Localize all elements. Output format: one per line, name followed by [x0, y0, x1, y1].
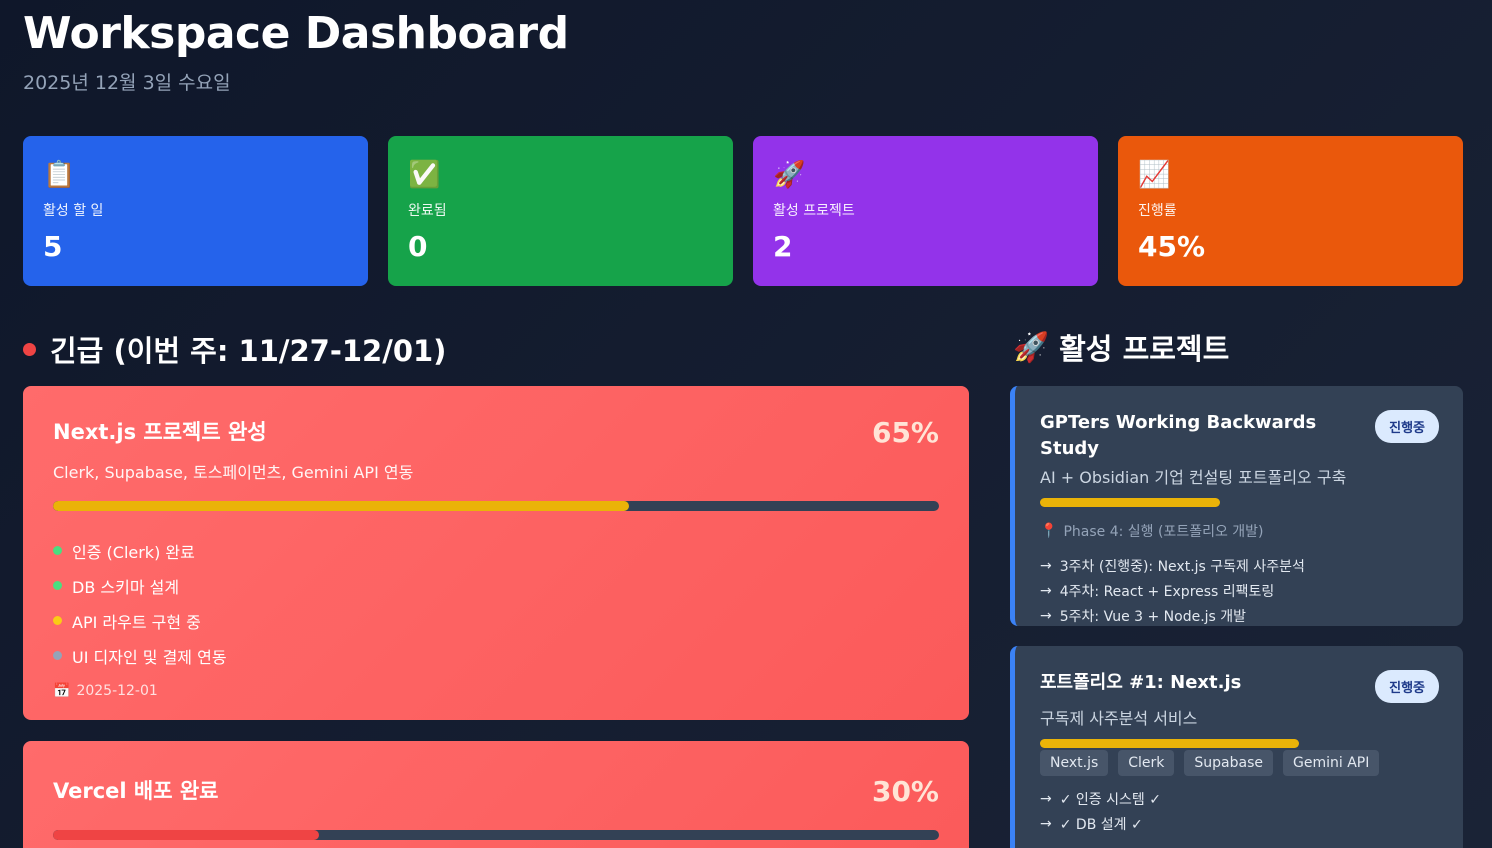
project-title: 포트폴리오 #1: Next.js — [1040, 672, 1242, 693]
chart-up-icon: 📈 — [1138, 160, 1171, 190]
project-steps: → ✓ 인증 시스템 ✓ → ✓ DB 설계 ✓ — [1040, 786, 1439, 836]
stat-label: 활성 할 일 — [43, 203, 104, 219]
stat-value: 0 — [408, 230, 428, 263]
tech-tags: Next.js Clerk Supabase Gemini API — [1040, 750, 1439, 776]
urgent-card-title: Next.js 프로젝트 완성 — [53, 420, 267, 444]
urgent-card-percent: 30% — [871, 775, 939, 808]
urgent-card-description: Clerk, Supabase, 토스페이먼츠, Gemini API 연동 — [53, 463, 414, 482]
tech-tag[interactable]: Supabase — [1184, 750, 1274, 776]
status-dot-icon — [53, 581, 62, 590]
calendar-icon: 📅 — [53, 683, 71, 699]
progress-bar — [53, 501, 939, 511]
arrow-right-icon: → — [1040, 582, 1052, 599]
status-badge: 진행중 — [1375, 670, 1439, 703]
status-dot-icon — [53, 651, 62, 660]
project-card-portfolio-nextjs[interactable]: 포트폴리오 #1: Next.js 진행중 구독제 사주분석 서비스 Next.… — [1010, 646, 1463, 848]
tech-tag[interactable]: Clerk — [1118, 750, 1175, 776]
stat-value: 5 — [43, 230, 63, 263]
project-step: → 5주차: Vue 3 + Node.js 개발 — [1040, 603, 1439, 628]
projects-title-text: 활성 프로젝트 — [1059, 332, 1230, 366]
project-step: → 4주차: React + Express 리팩토링 — [1040, 578, 1439, 603]
check-icon: ✅ — [408, 160, 441, 190]
project-subtitle: 구독제 사주분석 서비스 — [1040, 709, 1198, 728]
project-step-text: 4주차: React + Express 리팩토링 — [1059, 583, 1275, 600]
page-title: Workspace Dashboard — [23, 8, 569, 59]
checklist-item-label: UI 디자인 및 결제 연동 — [72, 647, 227, 667]
project-progress-bar — [1040, 498, 1220, 507]
dashboard-page: Workspace Dashboard 2025년 12월 3일 수요일 📋 활… — [0, 0, 1492, 848]
arrow-right-icon: → — [1040, 607, 1052, 624]
project-step: → 3주차 (진행중): Next.js 구독제 사주분석 — [1040, 553, 1439, 578]
progress-bar-fill — [53, 501, 629, 511]
stat-card-active-todos[interactable]: 📋 활성 할 일 5 — [23, 136, 368, 286]
tech-tag[interactable]: Next.js — [1040, 750, 1109, 776]
urgent-card-vercel[interactable]: Vercel 배포 완료 30% — [23, 741, 969, 848]
due-date-text: 2025-12-01 — [76, 683, 158, 699]
project-phase: 📍 Phase 4: 실행 (포트폴리오 개발) — [1040, 521, 1439, 541]
project-progress-bar — [1040, 739, 1300, 748]
checklist-item: 인증 (Clerk) 완료 — [53, 533, 939, 568]
page-date: 2025년 12월 3일 수요일 — [23, 72, 231, 94]
stat-label: 완료됨 — [408, 203, 447, 219]
urgent-section-title: 긴급 (이번 주: 11/27-12/01) — [23, 328, 446, 370]
checklist-item: UI 디자인 및 결제 연동 — [53, 638, 939, 673]
urgent-card-nextjs[interactable]: Next.js 프로젝트 완성 65% Clerk, Supabase, 토스페… — [23, 386, 969, 720]
checklist: 인증 (Clerk) 완료 DB 스키마 설계 API 라우트 구현 중 UI … — [53, 533, 939, 673]
status-dot-icon — [53, 546, 62, 555]
project-step-text: 3주차 (진행중): Next.js 구독제 사주분석 — [1059, 558, 1305, 575]
status-dot-icon — [53, 616, 62, 625]
progress-bar — [53, 830, 939, 840]
project-step-text: ✓ 인증 시스템 ✓ — [1059, 791, 1161, 808]
tech-tag[interactable]: Gemini API — [1283, 750, 1380, 776]
checklist-item-label: DB 스키마 설계 — [72, 577, 180, 597]
stat-value: 45% — [1138, 230, 1206, 263]
project-phase-text: Phase 4: 실행 (포트폴리오 개발) — [1063, 524, 1264, 540]
project-subtitle: AI + Obsidian 기업 컨설팅 포트폴리오 구축 — [1040, 468, 1347, 487]
arrow-right-icon: → — [1040, 815, 1052, 832]
rocket-icon: 🚀 — [773, 160, 806, 190]
progress-bar-fill — [53, 830, 319, 840]
due-date: 📅 2025-12-01 — [53, 683, 939, 699]
stat-card-active-projects[interactable]: 🚀 활성 프로젝트 2 — [753, 136, 1098, 286]
projects-section-title: 🚀 활성 프로젝트 — [1013, 326, 1229, 368]
clipboard-icon: 📋 — [43, 160, 76, 190]
checklist-item-label: API 라우트 구현 중 — [72, 612, 201, 632]
stats-row: 📋 활성 할 일 5 ✅ 완료됨 0 🚀 활성 프로젝트 2 📈 진행률 45% — [23, 136, 1463, 286]
stat-card-progress[interactable]: 📈 진행률 45% — [1118, 136, 1463, 286]
pin-icon: 📍 — [1040, 523, 1058, 539]
urgent-title-text: 긴급 (이번 주: 11/27-12/01) — [50, 334, 447, 368]
arrow-right-icon: → — [1040, 790, 1052, 807]
project-steps: → 3주차 (진행중): Next.js 구독제 사주분석 → 4주차: React… — [1040, 553, 1439, 628]
rocket-icon: 🚀 — [1013, 329, 1050, 364]
project-title: GPTers Working Backwards Study — [1040, 412, 1317, 459]
project-step-text: 5주차: Vue 3 + Node.js 개발 — [1059, 608, 1247, 625]
status-badge: 진행중 — [1375, 410, 1439, 443]
checklist-item-label: 인증 (Clerk) 완료 — [72, 542, 195, 562]
urgent-card-percent: 65% — [871, 416, 939, 449]
project-card-gpters[interactable]: GPTers Working Backwards Study 진행중 AI + … — [1010, 386, 1463, 626]
stat-label: 활성 프로젝트 — [773, 203, 855, 219]
checklist-item: API 라우트 구현 중 — [53, 603, 939, 638]
arrow-right-icon: → — [1040, 557, 1052, 574]
project-step-text: ✓ DB 설계 ✓ — [1059, 816, 1143, 833]
stat-label: 진행률 — [1138, 203, 1177, 219]
red-dot-icon — [23, 342, 36, 356]
project-step: → ✓ 인증 시스템 ✓ — [1040, 786, 1439, 811]
urgent-card-title: Vercel 배포 완료 — [53, 779, 219, 803]
stat-value: 2 — [773, 230, 793, 263]
checklist-item: DB 스키마 설계 — [53, 568, 939, 603]
stat-card-completed[interactable]: ✅ 완료됨 0 — [388, 136, 733, 286]
project-step: → ✓ DB 설계 ✓ — [1040, 811, 1439, 836]
